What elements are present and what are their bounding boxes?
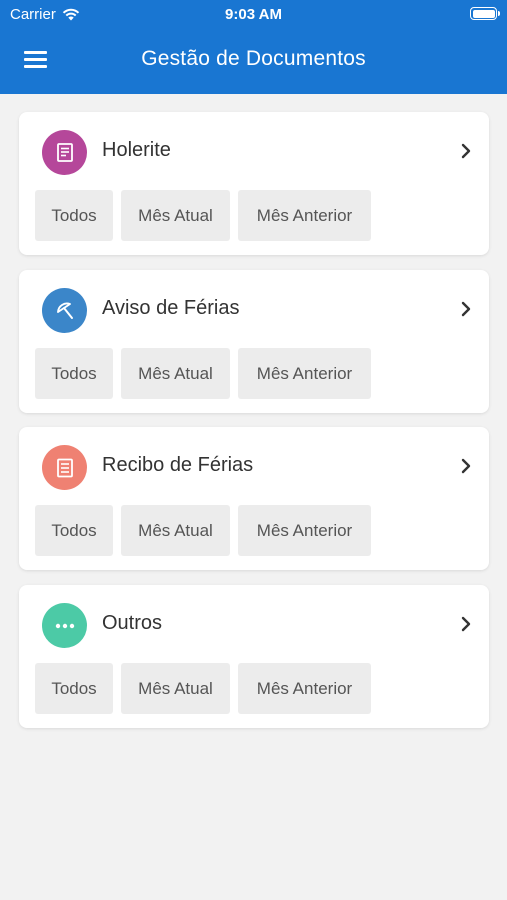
category-header-outros[interactable]: Outros — [19, 585, 489, 663]
category-label: Outros — [102, 612, 163, 634]
filter-mes-atual-button[interactable]: Mês Atual — [121, 348, 230, 399]
category-label: Holerite — [102, 139, 171, 161]
filter-todos-button[interactable]: Todos — [35, 190, 113, 241]
chevron-right-icon — [461, 616, 471, 632]
receipt-icon — [42, 445, 87, 490]
more-dots-icon — [42, 603, 87, 648]
category-label: Aviso de Férias — [102, 297, 240, 319]
document-icon — [42, 130, 87, 175]
filter-mes-atual-button[interactable]: Mês Atual — [121, 505, 230, 556]
filter-todos-button[interactable]: Todos — [35, 505, 113, 556]
filter-mes-anterior-button[interactable]: Mês Anterior — [238, 505, 371, 556]
chevron-right-icon — [461, 143, 471, 159]
category-header-recibo-de-ferias[interactable]: Recibo de Férias — [19, 427, 489, 505]
filter-todos-button[interactable]: Todos — [35, 348, 113, 399]
filter-mes-atual-button[interactable]: Mês Atual — [121, 663, 230, 714]
page-title: Gestão de Documentos — [141, 47, 366, 70]
category-header-holerite[interactable]: Holerite — [19, 112, 489, 190]
app-header: Carrier 9:03 AM Gestão de Documentos — [0, 0, 507, 94]
clock: 9:03 AM — [225, 6, 282, 23]
umbrella-icon — [42, 288, 87, 333]
filter-mes-anterior-button[interactable]: Mês Anterior — [238, 348, 371, 399]
status-bar: Carrier 9:03 AM — [0, 0, 507, 28]
category-card-aviso-de-ferias: Aviso de Férias Todos Mês Atual Mês Ante… — [19, 270, 489, 413]
battery-icon — [470, 7, 500, 20]
category-card-outros: Outros Todos Mês Atual Mês Anterior — [19, 585, 489, 728]
filter-mes-anterior-button[interactable]: Mês Anterior — [238, 190, 371, 241]
filter-todos-button[interactable]: Todos — [35, 663, 113, 714]
chevron-right-icon — [461, 301, 471, 317]
filter-mes-atual-button[interactable]: Mês Atual — [121, 190, 230, 241]
category-header-aviso-de-ferias[interactable]: Aviso de Férias — [19, 270, 489, 348]
category-label: Recibo de Férias — [102, 454, 254, 476]
filter-mes-anterior-button[interactable]: Mês Anterior — [238, 663, 371, 714]
category-card-recibo-de-ferias: Recibo de Férias Todos Mês Atual Mês Ant… — [19, 427, 489, 570]
chevron-right-icon — [461, 458, 471, 474]
category-card-holerite: Holerite Todos Mês Atual Mês Anterior — [19, 112, 489, 255]
